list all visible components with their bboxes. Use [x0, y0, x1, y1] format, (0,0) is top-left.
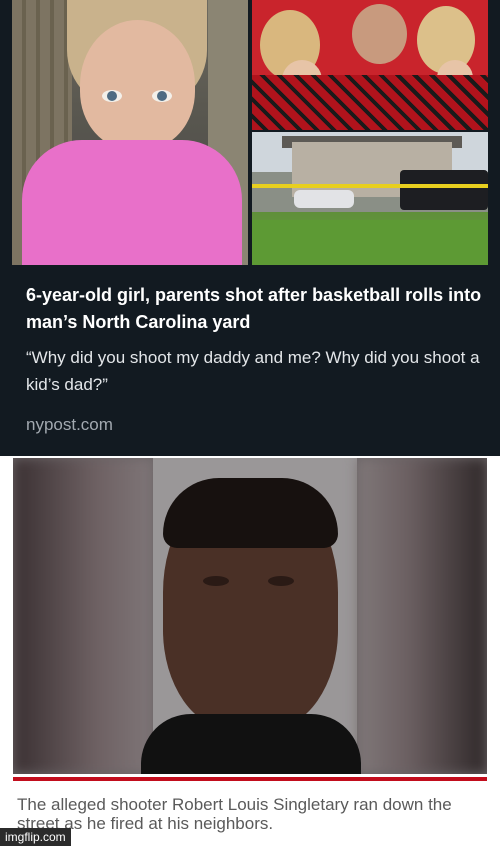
photo-caption: The alleged shooter Robert Louis Singlet… [17, 795, 452, 833]
preview-headline[interactable]: 6-year-old girl, parents shot after bask… [26, 282, 486, 336]
caption-divider [13, 777, 487, 781]
family-photo [252, 0, 488, 130]
link-preview-card[interactable]: 6-year-old girl, parents shot after bask… [0, 0, 500, 456]
imgflip-watermark: imgflip.com [0, 828, 71, 846]
crime-scene-photo [252, 132, 488, 265]
preview-source-domain[interactable]: nypost.com [26, 415, 113, 435]
girl-photo [12, 0, 248, 265]
preview-quote: “Why did you shoot my daddy and me? Why … [26, 348, 480, 394]
mugshot-photo [13, 458, 487, 774]
